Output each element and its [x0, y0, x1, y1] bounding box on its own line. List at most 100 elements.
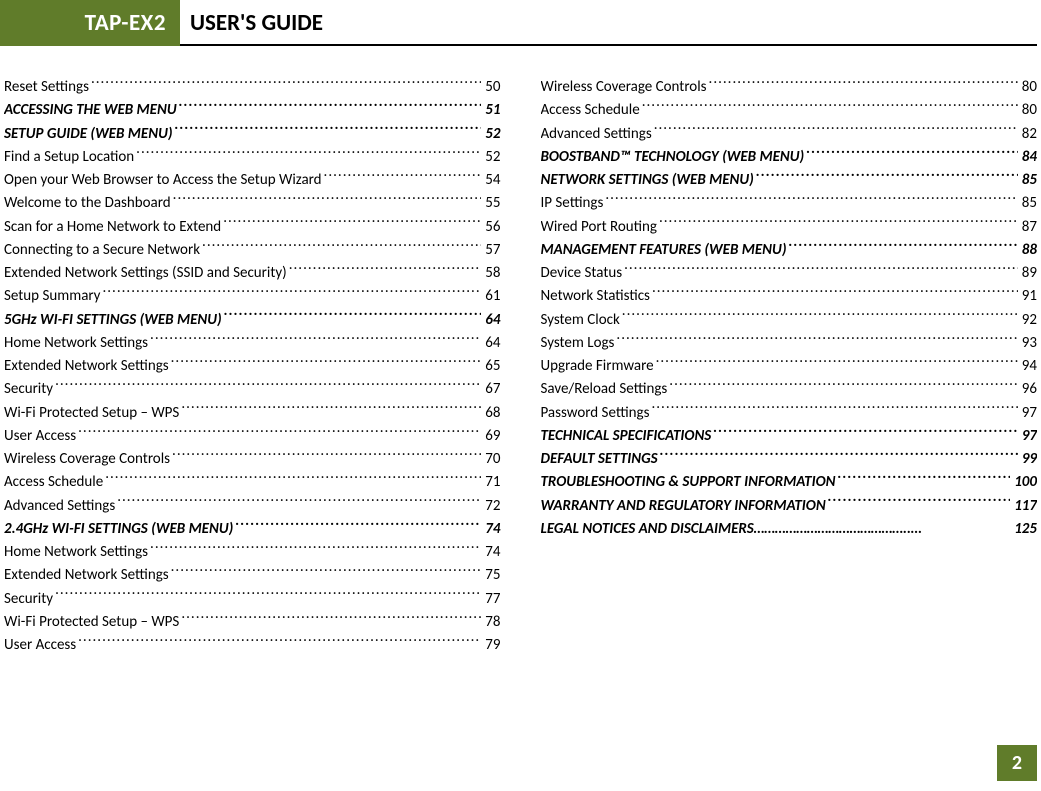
- toc-entry: Password Settings 97: [541, 402, 1038, 425]
- page-title: USER'S GUIDE: [190, 0, 323, 46]
- toc-entry-page: 88: [1018, 239, 1037, 262]
- toc-entry-label: WARRANTY AND REGULATORY INFORMATION: [541, 495, 826, 518]
- toc-leader-dots: [233, 518, 481, 533]
- toc-entry-page: 99: [1018, 448, 1037, 471]
- toc-entry-page: 50: [481, 76, 500, 99]
- toc-entry-page: 68: [481, 402, 500, 425]
- toc-entry-label: Save/Reload Settings: [541, 378, 668, 401]
- toc-entry-page: 71: [481, 471, 500, 494]
- toc-entry-label: Wireless Coverage Controls: [4, 448, 170, 471]
- toc-entry-label: Upgrade Firmware: [541, 355, 654, 378]
- toc-entry-page: 100: [1010, 471, 1037, 494]
- toc-entry-page: 55: [481, 192, 500, 215]
- toc-entry: ACCESSING THE WEB MENU 51: [4, 99, 501, 122]
- toc-entry-label: BOOSTBAND™ TECHNOLOGY (WEB MENU): [541, 146, 805, 169]
- toc-entry-label: Find a Setup Location: [4, 146, 134, 169]
- toc-leader-dots: [787, 239, 1018, 254]
- toc-leader-dots: [620, 309, 1018, 324]
- toc-entry-page: 74: [481, 518, 500, 541]
- toc-entry: System Clock 92: [541, 309, 1038, 332]
- toc-entry: Wired Port Routing 87: [541, 216, 1038, 239]
- toc-entry-page: 51: [481, 99, 500, 122]
- toc-entry: WARRANTY AND REGULATORY INFORMATION 117: [541, 495, 1038, 518]
- toc-leader-dots: [115, 495, 481, 510]
- toc-entry-page: 74: [481, 541, 500, 564]
- toc-leader-dots: [322, 169, 482, 184]
- toc-entry: Open your Web Browser to Access the Setu…: [4, 169, 501, 192]
- toc-entry-page: 52: [481, 146, 500, 169]
- toc-leader-dots: [603, 192, 1017, 207]
- toc-entry: LEGAL NOTICES AND DISCLAIMERS ……………………………: [541, 518, 1038, 541]
- toc-leader-dots: [148, 332, 481, 347]
- toc-leader-dots: [170, 448, 481, 463]
- toc-entry-page: 82: [1018, 123, 1037, 146]
- toc-entry-label: Extended Network Settings (SSID and Secu…: [4, 262, 287, 285]
- toc-entry-label: Wireless Coverage Controls: [541, 76, 707, 99]
- toc-entry: Wi-Fi Protected Setup – WPS 78: [4, 611, 501, 634]
- toc-entry-page: 97: [1018, 402, 1037, 425]
- toc-entry-label: Access Schedule: [4, 471, 103, 494]
- toc-leader-dots: [754, 169, 1018, 184]
- toc-entry-label: Setup Summary: [4, 285, 100, 308]
- toc-entry: Scan for a Home Network to Extend 56: [4, 216, 501, 239]
- toc-entry-label: Advanced Settings: [4, 495, 115, 518]
- toc-leader-dots: [100, 285, 481, 300]
- toc-leader-dots: [76, 425, 481, 440]
- toc-entry-label: MANAGEMENT FEATURES (WEB MENU): [541, 239, 787, 262]
- toc-entry: Device Status 89: [541, 262, 1038, 285]
- toc-entry-page: 87: [1018, 216, 1037, 239]
- toc-entry: Save/Reload Settings 96: [541, 378, 1038, 401]
- toc-entry-label: Connecting to a Secure Network: [4, 239, 200, 262]
- toc-entry-label: 2.4GHz WI-FI SETTINGS (WEB MENU): [4, 518, 233, 541]
- toc-entry-page: 89: [1018, 262, 1037, 285]
- toc-leader-dots: [826, 495, 1011, 510]
- toc-leader-dots: [835, 471, 1010, 486]
- toc-leader-dots: [640, 99, 1018, 114]
- toc-content: Reset Settings 50ACCESSING THE WEB MENU 5…: [0, 46, 1041, 657]
- toc-entry-label: Open your Web Browser to Access the Setu…: [4, 169, 322, 192]
- toc-entry-page: 65: [481, 355, 500, 378]
- toc-entry: Advanced Settings 72: [4, 495, 501, 518]
- toc-entry-page: 80: [1018, 99, 1037, 122]
- toc-entry-page: 78: [481, 611, 500, 634]
- product-tab: TAP-EX2: [0, 0, 180, 46]
- toc-entry-page: 85: [1018, 169, 1037, 192]
- toc-entry-label: Reset Settings: [4, 76, 89, 99]
- toc-entry-page: 69: [481, 425, 500, 448]
- toc-leader-dots: [173, 123, 482, 138]
- toc-entry: Wireless Coverage Controls 80: [541, 76, 1038, 99]
- toc-entry-label: System Clock: [541, 309, 620, 332]
- toc-entry: Home Network Settings 74: [4, 541, 501, 564]
- toc-entry-page: 92: [1018, 309, 1037, 332]
- toc-entry-page: 79: [481, 634, 500, 657]
- toc-leader-dots: [200, 239, 481, 254]
- toc-leader-dots: [658, 448, 1018, 463]
- toc-entry-page: 117: [1010, 495, 1037, 518]
- toc-entry: TROUBLESHOOTING & SUPPORT INFORMATION 10…: [541, 471, 1038, 494]
- toc-entry: Access Schedule 71: [4, 471, 501, 494]
- toc-leader-dots: [652, 123, 1018, 138]
- toc-entry-label: Extended Network Settings: [4, 564, 169, 587]
- toc-leader-dots: [287, 262, 482, 277]
- toc-entry-label: DEFAULT SETTINGS: [541, 448, 658, 471]
- toc-entry-label: Extended Network Settings: [4, 355, 169, 378]
- toc-entry-label: NETWORK SETTINGS (WEB MENU): [541, 169, 754, 192]
- toc-leader-dots: [804, 146, 1018, 161]
- toc-leader-dots: [622, 262, 1018, 277]
- toc-leader-dots: [650, 285, 1018, 300]
- toc-entry: Wireless Coverage Controls 70: [4, 448, 501, 471]
- toc-entry: TECHNICAL SPECIFICATIONS 97: [541, 425, 1038, 448]
- toc-entry: Wi-Fi Protected Setup – WPS 68: [4, 402, 501, 425]
- toc-entry-label: Home Network Settings: [4, 541, 148, 564]
- toc-entry: Upgrade Firmware 94: [541, 355, 1038, 378]
- toc-entry-page: 64: [481, 309, 500, 332]
- toc-entry-label: IP Settings: [541, 192, 604, 215]
- toc-entry-page: 57: [481, 239, 500, 262]
- toc-leader-dots: [76, 634, 481, 649]
- toc-entry-page: 52: [481, 123, 500, 146]
- toc-entry: Extended Network Settings (SSID and Secu…: [4, 262, 501, 285]
- toc-entry: Connecting to a Secure Network 57: [4, 239, 501, 262]
- toc-entry-label: Welcome to the Dashboard: [4, 192, 171, 215]
- toc-entry-page: 72: [481, 495, 500, 518]
- toc-leader-dots: [171, 192, 482, 207]
